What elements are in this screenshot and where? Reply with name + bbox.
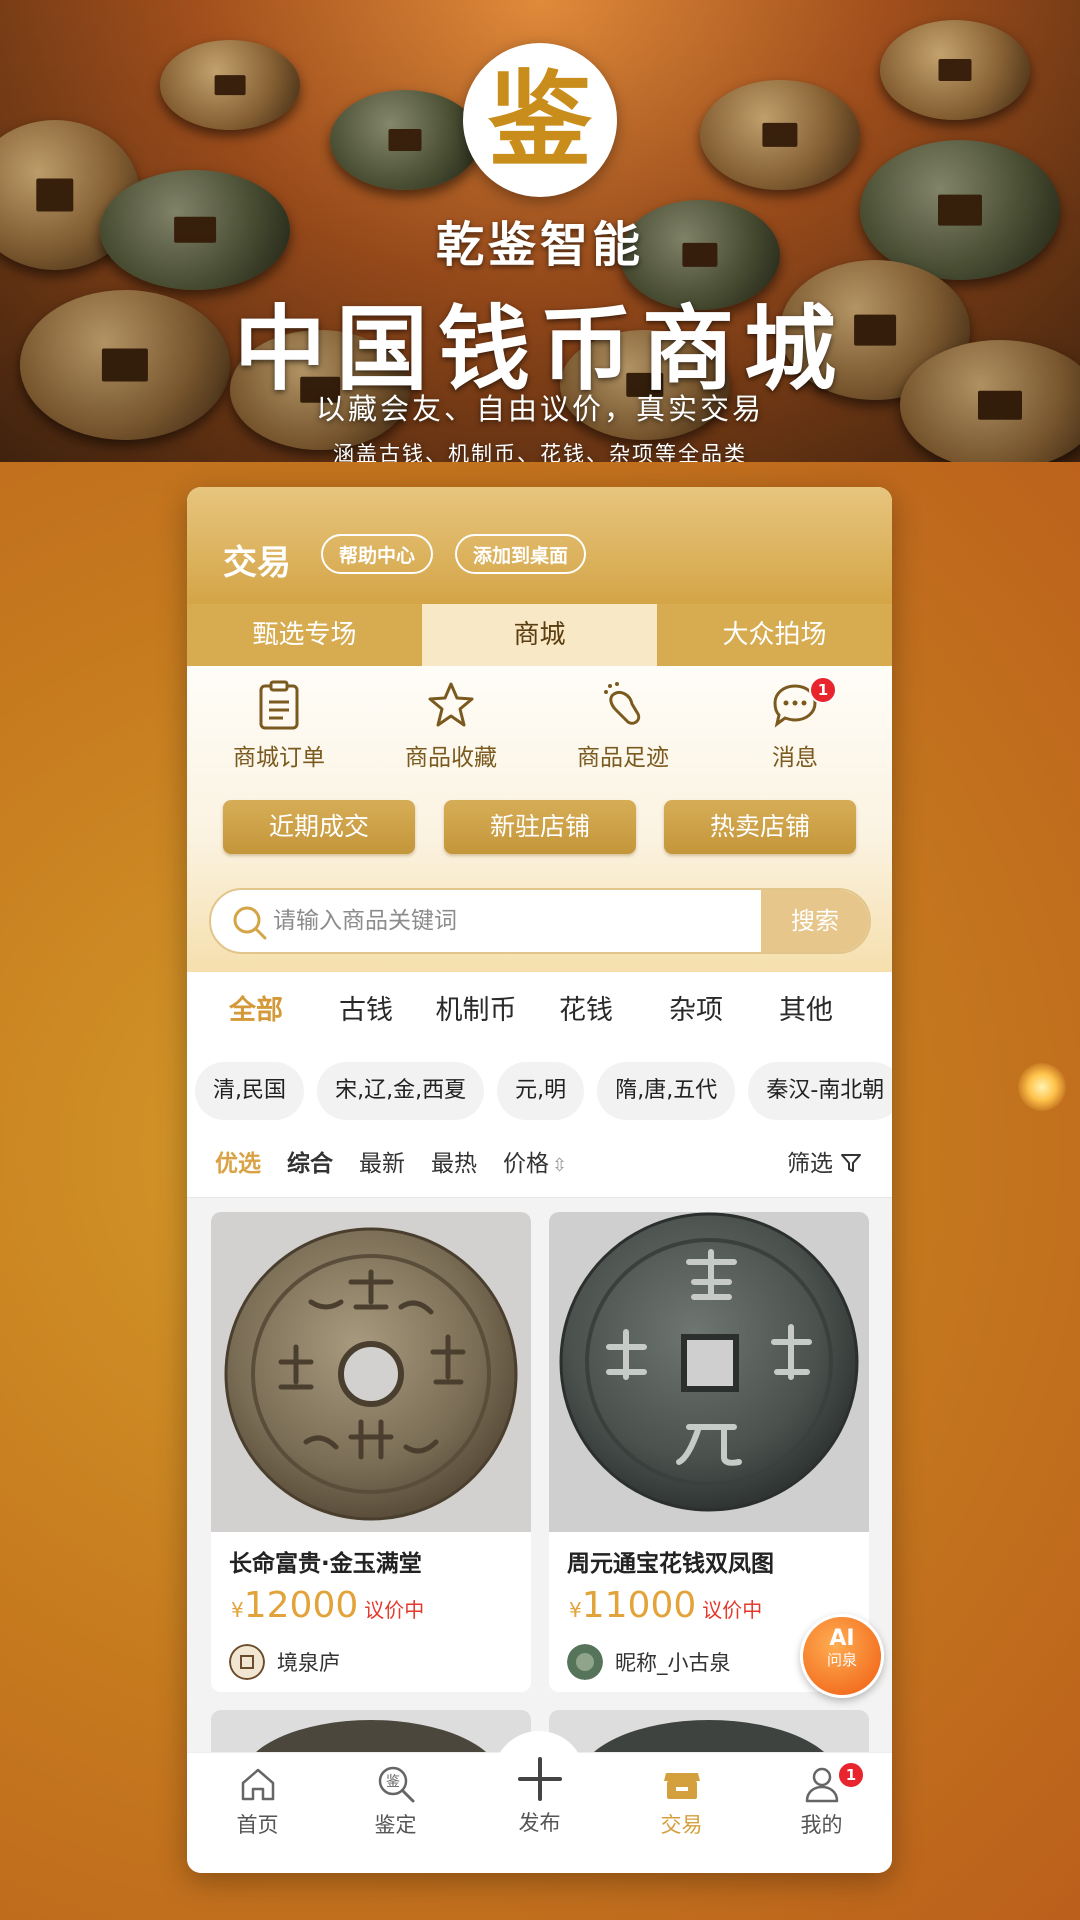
hero-slogan: 以藏会友、自由议价，真实交易 — [315, 392, 764, 426]
nav-appraise[interactable]: 鉴 鉴定 — [325, 1763, 466, 1839]
brand-name: 乾鉴智能 — [435, 217, 644, 273]
filter-price[interactable]: 价格 ⇳ — [503, 1134, 567, 1196]
filter-newest[interactable]: 最新 — [359, 1134, 405, 1194]
category-machine-coins[interactable]: 机制币 — [421, 972, 531, 1050]
phone-screen: 交易 帮助中心 添加到桌面 甄选专场 商城 大众拍场 商城订单 商品收藏 商品足… — [187, 487, 892, 1873]
filter-overall[interactable]: 综合 — [287, 1134, 333, 1194]
tab-mall[interactable]: 商城 — [422, 604, 657, 666]
page-title: 交易 — [223, 543, 291, 583]
ai-assistant-button[interactable]: AI 问泉 — [800, 1614, 884, 1698]
category-ancient-coins[interactable]: 古钱 — [311, 972, 421, 1050]
product-name: 周元通宝花钱双凤图 — [567, 1551, 774, 1577]
category-misc[interactable]: 杂项 — [641, 972, 751, 1050]
dynasty-chips: 清,民国 宋,辽,金,西夏 元,明 隋,唐,五代 秦汉-南北朝 — [187, 1050, 892, 1134]
hero-banner: 鉴 乾鉴智能 中国钱币商城 以藏会友、自由议价，真实交易 涵盖古钱、机制币、花钱… — [0, 0, 1080, 462]
filter-hottest[interactable]: 最热 — [431, 1134, 477, 1194]
chip-qin-han[interactable]: 秦汉-南北朝 — [748, 1062, 892, 1120]
product-image — [549, 1212, 869, 1532]
quick-icons: 商城订单 商品收藏 商品足迹 1 消息 — [187, 676, 892, 772]
category-all[interactable]: 全部 — [201, 972, 311, 1050]
light-glow — [1018, 1063, 1066, 1111]
search-input[interactable]: 请输入商品关键词 — [273, 890, 457, 952]
chip-yuan-ming[interactable]: 元,明 — [497, 1062, 585, 1120]
search-icon — [233, 906, 267, 940]
favorites-entry[interactable]: 商品收藏 — [365, 680, 537, 772]
filter-selected[interactable]: 优选 — [215, 1134, 261, 1194]
seller-info[interactable]: 昵称_小古泉 — [567, 1644, 731, 1680]
recent-deals-button[interactable]: 近期成交 — [223, 800, 415, 854]
home-icon — [241, 1768, 274, 1801]
mine-badge: 1 — [837, 1761, 865, 1789]
mall-orders-entry[interactable]: 商城订单 — [193, 680, 365, 772]
category-flower-coins[interactable]: 花钱 — [531, 972, 641, 1050]
messages-entry[interactable]: 1 消息 — [709, 676, 881, 772]
svg-text:鉴: 鉴 — [386, 1774, 400, 1790]
chip-sui-tang[interactable]: 隋,唐,五代 — [597, 1062, 736, 1120]
search-button[interactable]: 搜索 — [761, 890, 869, 952]
sort-arrows-icon: ⇳ — [552, 1155, 568, 1176]
star-icon — [428, 682, 474, 727]
coin-image-2 — [559, 1212, 859, 1512]
sort-filter-bar: 优选 综合 最新 最热 价格 ⇳ 筛选 — [187, 1134, 892, 1198]
funnel-icon — [841, 1154, 862, 1172]
negotiation-status: 议价中 — [364, 1598, 425, 1622]
nav-mine[interactable]: 1 我的 — [751, 1761, 892, 1839]
footprint-icon — [604, 682, 641, 725]
product-name: 长命富贵·金玉满堂 — [229, 1551, 422, 1577]
product-card[interactable]: 长命富贵·金玉满堂 ¥12000 议价中 境泉庐 — [211, 1212, 531, 1692]
product-price: ¥12000 议价中 — [231, 1585, 425, 1626]
coin-image-1 — [224, 1227, 518, 1521]
add-to-desktop-button[interactable]: 添加到桌面 — [455, 534, 587, 574]
filter-screen-button[interactable]: 筛选 — [787, 1134, 862, 1194]
help-center-button[interactable]: 帮助中心 — [321, 534, 434, 574]
user-icon — [805, 1767, 838, 1803]
product-image — [211, 1212, 531, 1532]
nav-home[interactable]: 首页 — [187, 1763, 328, 1839]
category-other[interactable]: 其他 — [751, 972, 861, 1050]
nav-publish[interactable]: 发布 — [469, 1757, 610, 1837]
chip-song-liao-jin[interactable]: 宋,辽,金,西夏 — [317, 1062, 485, 1120]
footprint-entry[interactable]: 商品足迹 — [537, 680, 709, 772]
search-bar: 请输入商品关键词 搜索 — [209, 888, 871, 954]
tab-bar: 甄选专场 商城 大众拍场 — [187, 604, 892, 666]
header: 交易 帮助中心 添加到桌面 — [187, 487, 892, 604]
tab-public-auction[interactable]: 大众拍场 — [657, 604, 892, 666]
clipboard-icon — [259, 680, 299, 730]
nav-trade[interactable]: 交易 — [611, 1763, 752, 1839]
appraise-icon: 鉴 — [378, 1766, 414, 1803]
negotiation-status: 议价中 — [702, 1598, 763, 1622]
new-shops-button[interactable]: 新驻店铺 — [444, 800, 636, 854]
chip-qing-minguo[interactable]: 清,民国 — [195, 1062, 304, 1120]
product-price: ¥11000 议价中 — [569, 1585, 763, 1626]
tab-curated[interactable]: 甄选专场 — [187, 604, 422, 666]
category-tabs: 全部 古钱 机制币 花钱 杂项 其他 — [187, 972, 892, 1050]
bottom-nav: 首页 鉴 鉴定 发布 交易 1 我的 — [187, 1731, 892, 1873]
message-badge: 1 — [809, 676, 837, 704]
hero-subtitle: 涵盖古钱、机制币、花钱、杂项等全品类 — [333, 442, 747, 462]
avatar — [567, 1644, 603, 1680]
shop-icon — [663, 1773, 700, 1799]
plus-icon — [517, 1757, 562, 1801]
brand-logo: 鉴 — [463, 43, 617, 197]
avatar — [229, 1644, 265, 1680]
hot-shops-button[interactable]: 热卖店铺 — [664, 800, 856, 854]
quick-panel: 商城订单 商品收藏 商品足迹 1 消息 近期成交 新驻店铺 热卖店铺 请输入商品… — [187, 666, 892, 972]
seller-info[interactable]: 境泉庐 — [229, 1644, 340, 1680]
